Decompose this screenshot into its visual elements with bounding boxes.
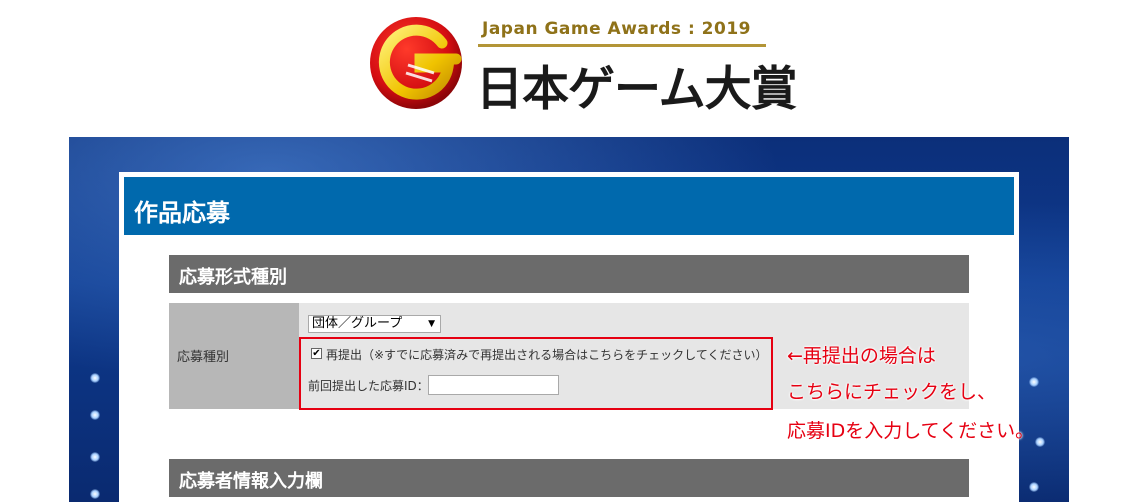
decor-dot xyxy=(90,452,100,462)
section-header-applicant-info: 応募者情報入力欄 xyxy=(169,459,969,497)
decor-dot xyxy=(1029,377,1039,387)
entry-type-select-value: 団体／グループ xyxy=(312,316,403,331)
site-logo: Japan Game Awards : 2019 日本ゲーム大賞 xyxy=(0,0,1148,138)
section-title: 応募者情報入力欄 xyxy=(179,471,323,492)
resubmit-highlight-box xyxy=(299,337,773,410)
dropdown-arrow-icon: ▼ xyxy=(428,319,435,329)
logo-divider xyxy=(478,44,766,47)
logo-english-text: Japan Game Awards : 2019 xyxy=(482,19,752,39)
page-title: 作品応募 xyxy=(134,199,230,227)
callout-line-1: ←再提出の場合は xyxy=(787,345,936,367)
table-header-cell: 応募種別 xyxy=(169,303,299,409)
decor-dot xyxy=(1029,482,1039,492)
decor-dot xyxy=(1035,437,1045,447)
page-header: 作品応募 xyxy=(124,177,1014,235)
logo-japanese-text: 日本ゲーム大賞 xyxy=(476,62,798,117)
entry-type-select[interactable]: 団体／グループ ▼ xyxy=(308,315,441,333)
section-title: 応募形式種別 xyxy=(179,267,287,288)
g-emblem-icon xyxy=(370,17,462,109)
decor-dot xyxy=(90,489,100,499)
decor-dot xyxy=(90,373,100,383)
section-header-entry-type: 応募形式種別 xyxy=(169,255,969,293)
callout-line-3: 応募IDを入力してください。 xyxy=(787,420,1035,442)
decor-dot xyxy=(90,410,100,420)
callout-line-2: こちらにチェックをし、 xyxy=(787,381,997,403)
entry-type-label: 応募種別 xyxy=(177,350,230,365)
